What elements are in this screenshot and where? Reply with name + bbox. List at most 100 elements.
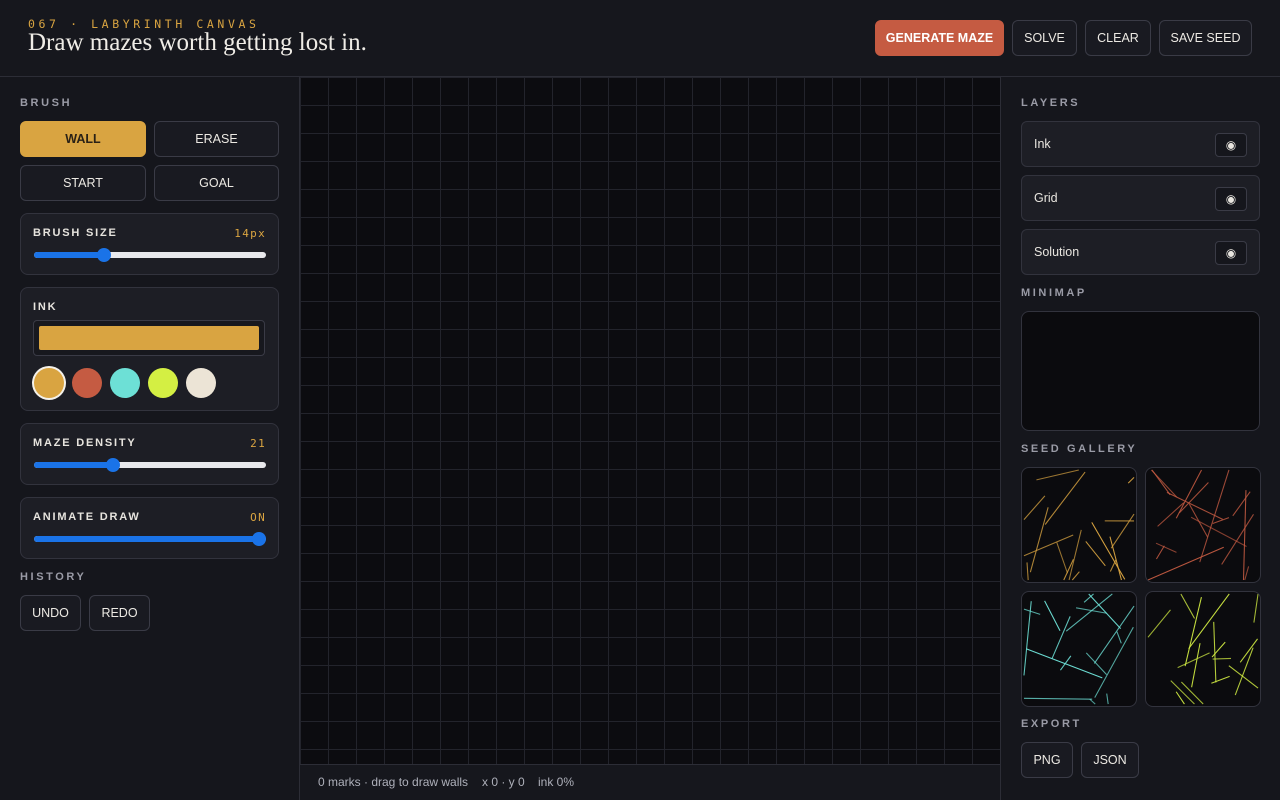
maze-density-label: MAZE DENSITY xyxy=(33,437,137,449)
seed-stroke xyxy=(1157,502,1185,527)
seed-stroke xyxy=(1068,529,1082,581)
layers-section-label: LAYERS xyxy=(1021,97,1081,109)
clear-button[interactable]: CLEAR xyxy=(1085,20,1151,56)
ink-current-swatch xyxy=(39,326,259,350)
animate-draw-card: ANIMATE DRAW ON xyxy=(20,497,279,559)
brush-size-card: BRUSH SIZE 14px xyxy=(20,213,279,275)
slider-thumb[interactable] xyxy=(252,532,267,546)
maze-canvas[interactable] xyxy=(299,77,1001,764)
ink-label: INK xyxy=(33,301,58,313)
maze-density-slider[interactable] xyxy=(34,458,266,472)
seed-stroke xyxy=(1155,545,1165,560)
maze-density-card: MAZE DENSITY 21 xyxy=(20,423,279,485)
seed-stroke xyxy=(1023,697,1093,700)
seed-thumbnail[interactable] xyxy=(1021,591,1137,707)
slider-fill xyxy=(34,252,104,258)
ink-card: INK xyxy=(20,287,279,411)
seed-gallery-section-label: SEED GALLERY xyxy=(1021,443,1138,455)
start-tool-button[interactable]: START xyxy=(20,165,146,201)
layer-grid[interactable]: Grid ◉ xyxy=(1021,175,1260,221)
layer-name: Solution xyxy=(1034,245,1080,259)
seed-stroke xyxy=(1036,469,1079,481)
seed-stroke xyxy=(1228,665,1259,689)
seed-stroke xyxy=(1026,562,1029,581)
ink-swatch-amber[interactable] xyxy=(34,368,64,398)
layer-ink[interactable]: Ink ◉ xyxy=(1021,121,1260,167)
save-seed-button[interactable]: SAVE SEED xyxy=(1159,20,1252,56)
seed-stroke xyxy=(1023,534,1074,557)
ink-color-picker[interactable] xyxy=(33,320,265,356)
seed-stroke xyxy=(1023,608,1041,615)
seed-lines xyxy=(1023,593,1135,705)
seed-stroke xyxy=(1116,631,1122,644)
seed-stroke xyxy=(1085,541,1106,567)
slider-thumb[interactable] xyxy=(105,458,120,472)
brush-size-value: 14px xyxy=(234,227,266,240)
export-png-button[interactable]: PNG xyxy=(1021,742,1073,778)
export-json-button[interactable]: JSON xyxy=(1081,742,1139,778)
seed-stroke xyxy=(1071,571,1080,581)
brush-section-label: BRUSH xyxy=(20,97,73,109)
seed-stroke xyxy=(1155,542,1177,553)
animate-draw-label: ANIMATE DRAW xyxy=(33,511,141,523)
seed-lines xyxy=(1147,469,1254,581)
seed-stroke xyxy=(1029,507,1049,573)
status-ink: ink 0% xyxy=(538,775,575,789)
slider-fill xyxy=(34,462,113,468)
minimap[interactable] xyxy=(1021,311,1260,431)
slider-fill xyxy=(34,536,260,542)
eye-icon[interactable]: ◉ xyxy=(1215,133,1247,157)
generate-maze-button[interactable]: GENERATE MAZE xyxy=(875,20,1004,56)
layer-name: Ink xyxy=(1034,137,1051,151)
ink-swatch-cream[interactable] xyxy=(186,368,216,398)
seed-stroke xyxy=(1094,626,1134,698)
maze-density-value: 21 xyxy=(250,437,266,450)
goal-tool-button[interactable]: GOAL xyxy=(154,165,279,201)
ink-swatch-rust[interactable] xyxy=(72,368,102,398)
seed-stroke xyxy=(1151,469,1171,496)
seed-stroke xyxy=(1221,513,1254,565)
brush-size-slider[interactable] xyxy=(34,248,266,262)
seed-stroke xyxy=(1023,601,1032,676)
seed-stroke xyxy=(1244,566,1250,581)
solve-button[interactable]: SOLVE xyxy=(1012,20,1077,56)
seed-stroke xyxy=(1109,536,1122,581)
ink-swatch-cyan[interactable] xyxy=(110,368,140,398)
seed-stroke xyxy=(1044,600,1061,631)
erase-tool-button[interactable]: ERASE xyxy=(154,121,279,157)
seed-stroke xyxy=(1106,693,1109,705)
seed-stroke xyxy=(1051,616,1071,660)
seed-stroke xyxy=(1091,522,1126,580)
ink-swatch-lime[interactable] xyxy=(148,368,178,398)
seed-stroke xyxy=(1025,648,1103,679)
layer-solution[interactable]: Solution ◉ xyxy=(1021,229,1260,275)
seed-stroke xyxy=(1234,647,1254,696)
seed-stroke xyxy=(1085,652,1108,676)
eye-icon[interactable]: ◉ xyxy=(1215,241,1247,265)
seed-stroke xyxy=(1147,609,1171,638)
seed-stroke xyxy=(1127,476,1135,484)
seed-stroke xyxy=(1177,652,1210,669)
seed-stroke xyxy=(1242,490,1247,581)
seed-stroke xyxy=(1109,559,1117,572)
undo-button[interactable]: UNDO xyxy=(20,595,81,631)
slider-thumb[interactable] xyxy=(96,248,111,262)
seed-stroke xyxy=(1023,495,1046,520)
seed-stroke xyxy=(1093,605,1135,664)
wall-tool-button[interactable]: WALL xyxy=(20,121,146,157)
brush-size-label: BRUSH SIZE xyxy=(33,227,118,239)
status-marks: 0 marks · drag to draw walls xyxy=(318,775,469,789)
layer-name: Grid xyxy=(1034,191,1058,205)
seed-stroke xyxy=(1089,698,1096,705)
seed-thumbnail[interactable] xyxy=(1145,591,1261,707)
seed-stroke xyxy=(1253,593,1259,623)
eye-icon[interactable]: ◉ xyxy=(1215,187,1247,211)
seed-thumbnail[interactable] xyxy=(1021,467,1137,583)
seed-stroke xyxy=(1213,621,1217,683)
app-header: 067 · LABYRINTH CANVAS Draw mazes worth … xyxy=(0,0,1280,77)
redo-button[interactable]: REDO xyxy=(89,595,150,631)
animate-draw-slider[interactable] xyxy=(34,532,267,546)
seed-stroke xyxy=(1178,482,1209,514)
seed-thumbnail[interactable] xyxy=(1145,467,1261,583)
status-coords: x 0 · y 0 xyxy=(482,775,525,789)
